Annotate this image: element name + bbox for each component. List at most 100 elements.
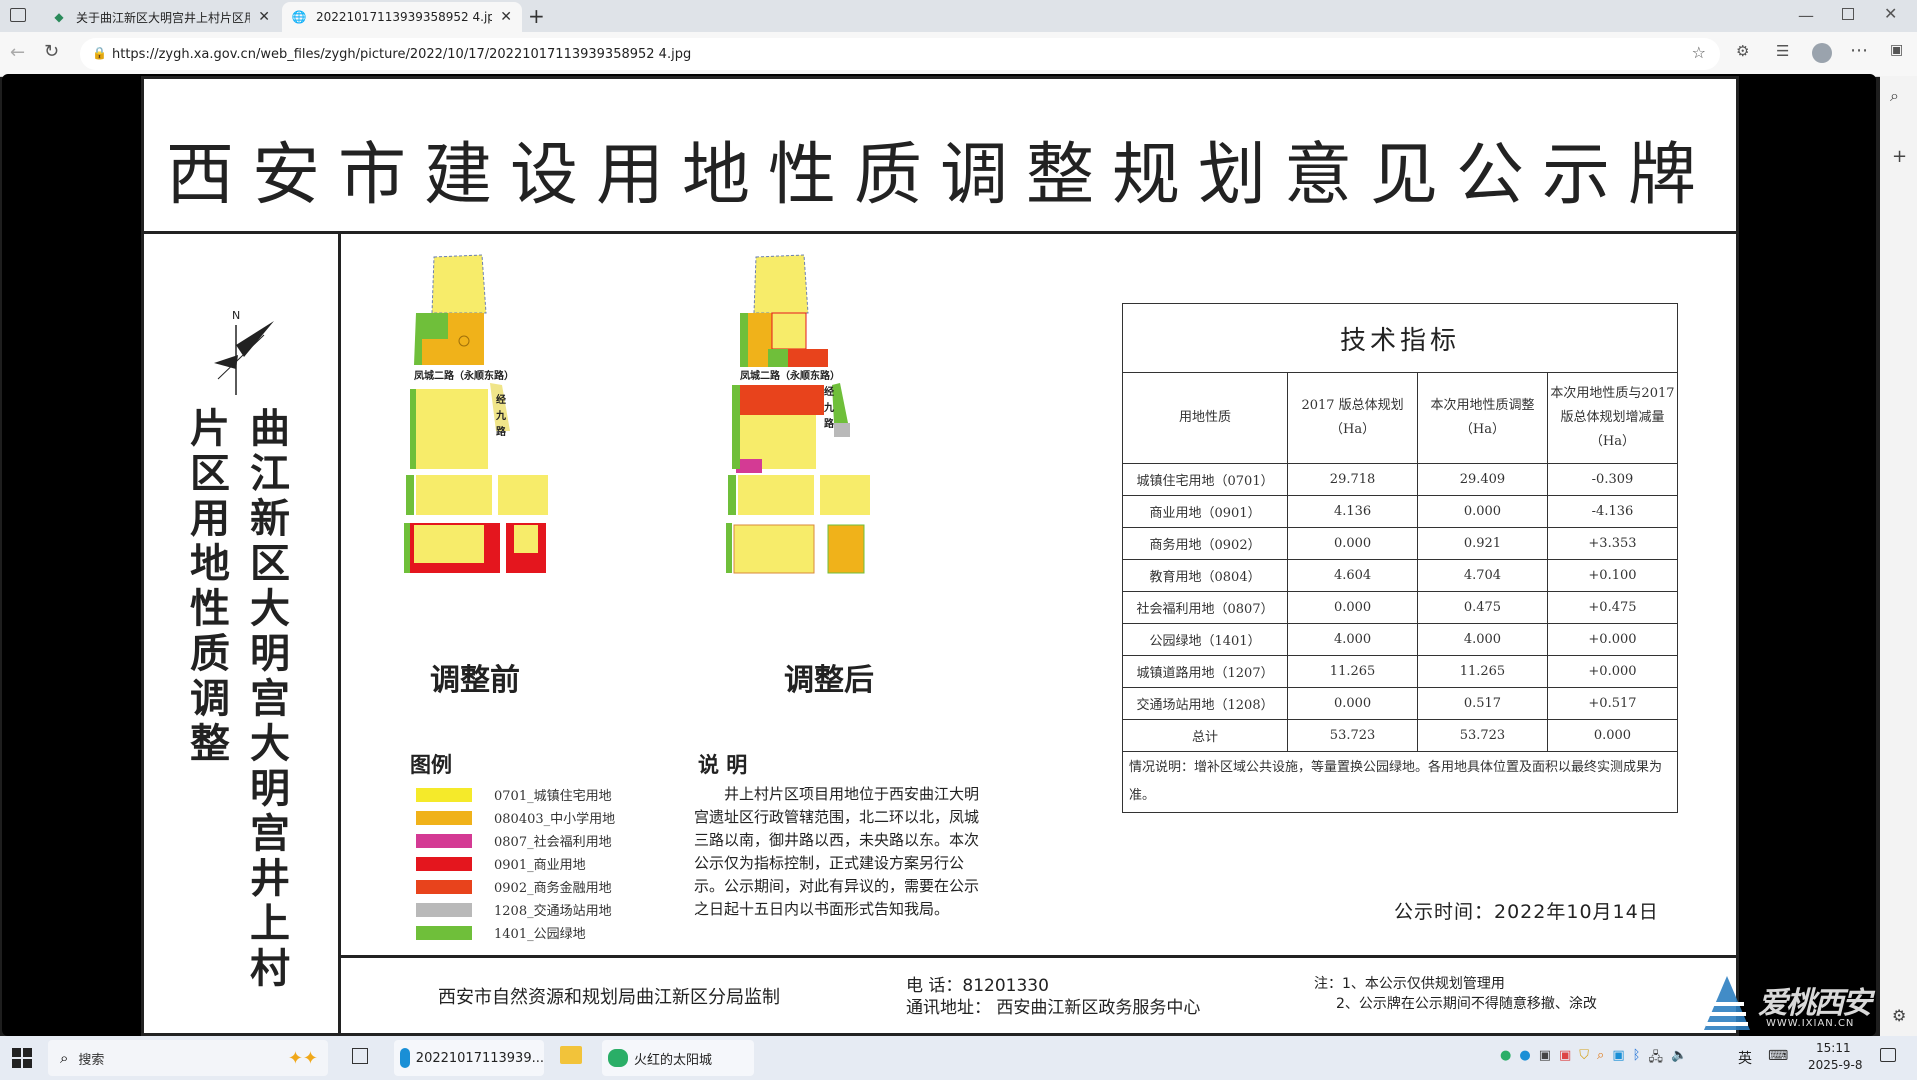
table-cell: 城镇住宅用地（0701） xyxy=(1121,463,1289,496)
indicator-table: 技术指标 用地性质 2017 版总体规划（Ha） 本次用地性质调整（Ha） 本次… xyxy=(1121,303,1679,813)
wechat-tray-icon: ● xyxy=(1500,1048,1512,1063)
legend-item: 1401_公园绿地 xyxy=(416,921,615,944)
keyboard-icon[interactable]: ⌨ xyxy=(1768,1048,1788,1064)
tab-image[interactable]: 🌐 20221017113939358952 4.jpg (11 ✕ xyxy=(282,2,522,32)
side-title-right: 曲江新区大明宫大明宫井上村 xyxy=(250,406,290,992)
table-cell: 商务用地（0902） xyxy=(1121,527,1289,560)
legend-label: 080403_中小学用地 xyxy=(494,812,616,827)
watermark-text: 爱桃西安 xyxy=(1758,986,1872,1021)
notification-icon[interactable] xyxy=(1880,1048,1896,1062)
tab-actions-icon[interactable] xyxy=(10,8,26,22)
poster-title: 西安市建设用地性质调整规划意见公示牌 xyxy=(165,136,1714,215)
address-bar-row: ← ↻ 🔒 https://zygh.xa.gov.cn/web_files/z… xyxy=(0,32,1917,77)
table-row: 城镇住宅用地（0701） 29.718 29.409 -0.309 xyxy=(1121,463,1679,496)
table-header: 用地性质 xyxy=(1121,372,1289,464)
minimize-button[interactable]: — xyxy=(1798,6,1814,25)
table-cell: 0.000 xyxy=(1287,527,1419,560)
table-cell: +0.100 xyxy=(1546,559,1679,592)
clock-date[interactable]: 2025-9-8 xyxy=(1808,1058,1862,1072)
footer-supervisor: 西安市自然资源和规划局曲江新区分局监制 xyxy=(438,987,780,1008)
watermark-logo-icon xyxy=(1704,976,1750,1030)
app-tray-icon: ▣ xyxy=(1538,1048,1551,1063)
divider xyxy=(144,231,1736,234)
table-cell: 0.517 xyxy=(1417,687,1548,720)
more-menu-icon[interactable]: ⋯ xyxy=(1850,40,1868,61)
table-cell: 0.000 xyxy=(1287,591,1419,624)
table-cell: 29.718 xyxy=(1287,463,1419,496)
refresh-icon[interactable]: ↻ xyxy=(44,41,59,62)
road-label-fengcheng: 凤城二路（永顺东路） xyxy=(414,371,514,382)
favorite-star-icon[interactable]: ☆ xyxy=(1692,43,1706,62)
road-label-jingjiu: 经九路 xyxy=(824,387,834,430)
table-cell: 交通场站用地（1208） xyxy=(1121,687,1289,720)
road-label-fengcheng: 凤城二路（永顺东路） xyxy=(740,371,840,382)
table-cell: 4.704 xyxy=(1417,559,1548,592)
notes-text: 井上村片区项目用地位于西安曲江大明宫遗址区行政管辖范围，北二环以北，凤城三路以南… xyxy=(694,785,980,918)
notice-board-image: 西安市建设用地性质调整规划意见公示牌 N 曲江新区大明宫大明宫井上村 片区用地性… xyxy=(141,76,1739,1036)
table-row: 交通场站用地（1208） 0.000 0.517 +0.517 xyxy=(1121,687,1679,720)
taskbar-search[interactable]: ⌕ 搜索 ✦✦ xyxy=(48,1040,328,1076)
taskbar-app-wechat[interactable]: 火红的太阳城 xyxy=(602,1040,754,1076)
close-tab-icon[interactable]: ✕ xyxy=(500,9,512,25)
compass-icon: N xyxy=(204,307,284,397)
search-icon[interactable]: ⌕ xyxy=(1890,86,1899,106)
taskbar-search-label: 搜索 xyxy=(78,1052,105,1068)
ime-indicator[interactable]: 英 xyxy=(1738,1048,1752,1068)
wechat-icon xyxy=(608,1049,628,1067)
close-window-button[interactable]: ✕ xyxy=(1884,4,1897,23)
table-header-row: 用地性质 2017 版总体规划（Ha） 本次用地性质调整（Ha） 本次用地性质与… xyxy=(1121,372,1679,464)
table-title: 技术指标 xyxy=(1122,303,1678,373)
notes-title: 说 明 xyxy=(698,753,748,777)
legend-item: 080403_中小学用地 xyxy=(416,806,615,829)
map-before: 凤城二路（永顺东路） 经九路 xyxy=(402,253,612,583)
settings-gear-icon[interactable]: ⚙ xyxy=(1892,1006,1906,1025)
legend-item: 1208_交通场站用地 xyxy=(416,898,615,921)
legend-swatch xyxy=(416,925,472,940)
table-cell: 商业用地（0901） xyxy=(1121,495,1289,528)
url-field[interactable]: 🔒 https://zygh.xa.gov.cn/web_files/zygh/… xyxy=(80,38,1720,70)
tab-title: 关于曲江新区大明宫井上村片区用 xyxy=(76,10,251,25)
lock-icon[interactable]: 🔒 xyxy=(92,46,107,60)
legend-list: 0701_城镇住宅用地 080403_中小学用地 0807_社会福利用地 090… xyxy=(416,783,615,944)
watermark-url: WWW.IXIAN.CN xyxy=(1766,1018,1855,1029)
legend-swatch xyxy=(416,879,472,894)
close-tab-icon[interactable]: ✕ xyxy=(258,9,270,25)
site-watermark: 爱桃西安 WWW.IXIAN.CN xyxy=(1700,974,1890,1034)
restore-button[interactable] xyxy=(1842,8,1854,20)
legend-item: 0701_城镇住宅用地 xyxy=(416,783,615,806)
favorites-icon[interactable]: ☰ xyxy=(1776,42,1789,60)
legend-item: 0901_商业用地 xyxy=(416,852,615,875)
table-cell: 社会福利用地（0807） xyxy=(1121,591,1289,624)
task-view-icon[interactable] xyxy=(352,1048,368,1064)
table-cell: 0.000 xyxy=(1417,495,1548,528)
system-tray-icons[interactable]: ● ● ▣ ▣ ⛉ ⌕ ▣ ᛒ 🖧 🔈 xyxy=(1500,1048,1687,1070)
map-after-label: 调整后 xyxy=(784,663,874,698)
table-cell: 11.265 xyxy=(1417,655,1548,688)
table-cell: -0.309 xyxy=(1546,463,1679,496)
table-row: 商业用地（0901） 4.136 0.000 -4.136 xyxy=(1121,495,1679,528)
profile-avatar[interactable] xyxy=(1812,43,1832,63)
file-explorer-icon[interactable] xyxy=(560,1046,582,1064)
table-cell: 53.723 xyxy=(1287,719,1419,752)
globe-icon: 🌐 xyxy=(291,10,307,24)
app-tray-icon: ▣ xyxy=(1612,1048,1625,1063)
table-cell: 4.000 xyxy=(1287,623,1419,656)
network-icon: 🖧 xyxy=(1648,1050,1663,1065)
side-title-left: 片区用地性质调整 xyxy=(190,406,230,767)
sidebar-toggle-icon[interactable]: ▣ xyxy=(1890,42,1903,58)
legend-title: 图例 xyxy=(410,753,452,777)
table-cell: 4.000 xyxy=(1417,623,1548,656)
clock-time[interactable]: 15:11 xyxy=(1816,1041,1851,1055)
start-button[interactable] xyxy=(12,1048,32,1068)
table-row: 商务用地（0902） 0.000 0.921 +3.353 xyxy=(1121,527,1679,560)
taskbar-app-edge[interactable]: 20221017113939... xyxy=(394,1040,544,1076)
table-cell: 4.136 xyxy=(1287,495,1419,528)
table-row: 总计 53.723 53.723 0.000 xyxy=(1121,719,1679,752)
tab-article[interactable]: ◆ 关于曲江新区大明宫井上村片区用 ✕ xyxy=(42,2,280,32)
add-icon[interactable]: + xyxy=(1892,146,1907,167)
new-tab-button[interactable]: + xyxy=(528,4,545,28)
extensions-icon[interactable]: ⚙ xyxy=(1736,42,1749,60)
taskbar-app-label: 20221017113939... xyxy=(415,1050,544,1066)
back-arrow-icon[interactable]: ← xyxy=(10,42,25,63)
tab-title: 20221017113939358952 4.jpg (11 xyxy=(316,10,493,24)
